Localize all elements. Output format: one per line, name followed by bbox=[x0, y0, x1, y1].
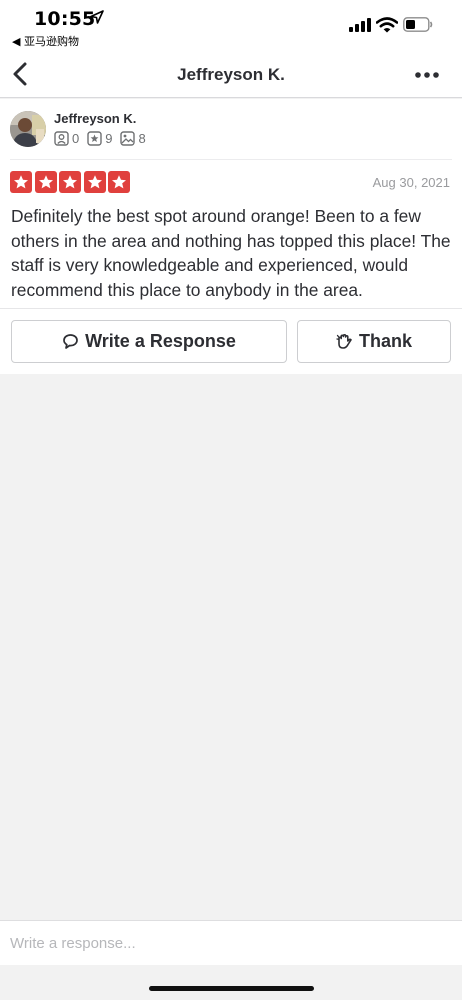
battery-icon bbox=[403, 17, 433, 32]
thank-button[interactable]: Thank bbox=[297, 320, 451, 363]
friends-count-value: 0 bbox=[72, 130, 80, 146]
reviews-count-value: 9 bbox=[105, 130, 113, 146]
rating-star-icon bbox=[59, 171, 81, 193]
user-photo-icon bbox=[10, 111, 46, 147]
reply-bar bbox=[0, 920, 462, 965]
home-indicator[interactable] bbox=[149, 986, 314, 991]
write-response-button[interactable]: Write a Response bbox=[11, 320, 287, 363]
review-text: Definitely the best spot around orange! … bbox=[11, 206, 451, 300]
reviewer-stats: 0 9 8 bbox=[54, 130, 154, 146]
wifi-icon bbox=[376, 17, 398, 33]
reviews-count: 9 bbox=[87, 131, 112, 146]
page-title: Jeffreyson K. bbox=[177, 65, 285, 84]
star-rating bbox=[10, 171, 133, 193]
cellular-signal-icon bbox=[349, 18, 371, 32]
friends-count: 0 bbox=[54, 131, 79, 146]
thank-label: Thank bbox=[358, 331, 412, 351]
review-date: Aug 30, 2021 bbox=[372, 175, 450, 190]
review-star-icon bbox=[87, 130, 102, 146]
nav-bar: Jeffreyson K. bbox=[0, 52, 462, 98]
speech-bubble-icon bbox=[63, 334, 78, 349]
divider bbox=[10, 159, 452, 160]
back-to-app-link[interactable]: ◀ 亚马逊购物 bbox=[12, 33, 79, 49]
status-time: 10:55 bbox=[34, 8, 96, 30]
rating-star-icon bbox=[108, 171, 130, 193]
review-actions: Write a Response Thank bbox=[0, 308, 462, 374]
avatar[interactable] bbox=[10, 111, 46, 147]
more-options-icon[interactable] bbox=[414, 71, 440, 79]
photo-icon bbox=[120, 130, 136, 146]
location-arrow-icon bbox=[90, 10, 104, 24]
rating-star-icon bbox=[83, 171, 106, 193]
photos-count: 8 bbox=[120, 130, 146, 146]
status-bar: 10:55 ◀ 亚马逊购物 bbox=[0, 0, 462, 52]
photos-count-value: 8 bbox=[138, 130, 146, 146]
reviewer-name[interactable]: Jeffreyson K. bbox=[54, 111, 136, 126]
rating-star-icon bbox=[34, 171, 57, 193]
write-response-label: Write a Response bbox=[85, 331, 236, 351]
praise-hands-icon bbox=[336, 334, 352, 349]
friends-icon bbox=[54, 130, 69, 146]
rating-star-icon bbox=[10, 171, 32, 193]
response-input[interactable] bbox=[10, 929, 450, 957]
